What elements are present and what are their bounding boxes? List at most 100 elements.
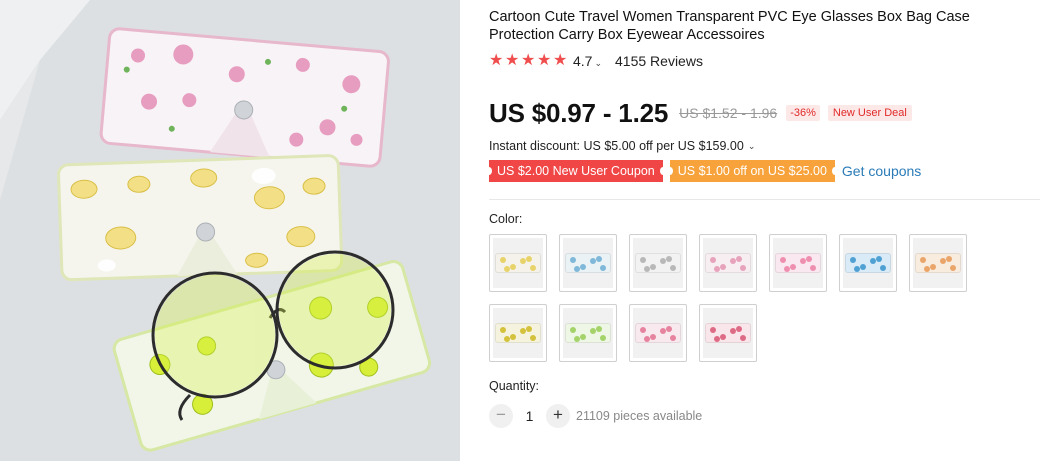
swatch-pattern-dot [530, 335, 536, 341]
swatch-pattern-dot [504, 336, 510, 342]
swatch-pattern-dot [850, 257, 856, 263]
swatch-thumbnail [563, 308, 613, 358]
swatch-pattern-dot [720, 264, 726, 270]
swatch-pattern-dot [580, 334, 586, 340]
swatch-pattern-dot [644, 266, 650, 272]
product-title: Cartoon Cute Travel Women Transparent PV… [489, 9, 970, 43]
swatch-pattern-dot [666, 326, 672, 332]
color-swatch-yellow-pear[interactable] [489, 304, 547, 362]
swatch-pattern-dot [510, 264, 516, 270]
quantity-label: Quantity: [489, 379, 540, 393]
minus-icon[interactable]: − [489, 404, 513, 428]
color-swatches [489, 234, 1037, 362]
product-main-image[interactable] [0, 0, 460, 461]
rating-value[interactable]: 4.7 ⌄ [573, 53, 602, 69]
swatch-pattern-dot [810, 265, 816, 271]
swatch-pattern-dot [946, 256, 952, 262]
instant-discount[interactable]: Instant discount: US $5.00 off per US $1… [489, 138, 1037, 154]
swatch-case-image [495, 323, 541, 343]
swatch-pattern-dot [950, 265, 956, 271]
swatch-case-image [495, 253, 541, 273]
color-swatch-green-pear[interactable] [559, 304, 617, 362]
swatch-pattern-dot [574, 336, 580, 342]
swatch-pattern-dot [720, 334, 726, 340]
color-swatch-pink-strawberry[interactable] [699, 304, 757, 362]
star-icon: ★ [489, 52, 504, 69]
new-user-deal-badge: New User Deal [827, 105, 912, 121]
swatch-pattern-dot [920, 257, 926, 263]
swatch-pattern-dot [650, 334, 656, 340]
swatch-pattern-dot [570, 327, 576, 333]
swatch-thumbnail [493, 238, 543, 288]
color-swatch-pink-dots[interactable] [699, 234, 757, 292]
swatch-thumbnail [703, 238, 753, 288]
swatch-pattern-dot [854, 266, 860, 272]
color-label: Color: [489, 212, 523, 226]
store-coupon[interactable]: US $1.00 off on US $25.00 [666, 160, 839, 182]
swatch-case-image [565, 323, 611, 343]
swatch-pattern-dot [500, 327, 506, 333]
swatch-thumbnail [843, 238, 893, 288]
swatch-pattern-dot [530, 265, 536, 271]
swatch-case-image [705, 323, 751, 343]
swatch-pattern-dot [510, 334, 516, 340]
new-user-coupon[interactable]: US $2.00 New User Coupon [486, 160, 666, 182]
reviews-link[interactable]: 4155 Reviews [615, 53, 703, 69]
star-icon: ★ [537, 52, 552, 69]
get-coupons-link[interactable]: Get coupons [842, 163, 921, 179]
coupon-row: US $2.00 New User Coupon US $1.00 off on… [486, 160, 1037, 182]
color-swatch-lemon-white[interactable] [489, 234, 547, 292]
color-swatch-orange-pattern[interactable] [909, 234, 967, 292]
color-swatch-clear-gray[interactable] [629, 234, 687, 292]
swatch-pattern-dot [526, 326, 532, 332]
swatch-pattern-dot [880, 265, 886, 271]
swatch-pattern-dot [596, 256, 602, 262]
swatch-pattern-dot [670, 335, 676, 341]
price-row: US $0.97 - 1.25 US $1.52 - 1.96 -36% New… [489, 98, 1037, 128]
color-swatch-pink-fruit[interactable] [769, 234, 827, 292]
swatch-pattern-dot [500, 257, 506, 263]
swatch-pattern-dot [670, 265, 676, 271]
swatch-pattern-dot [710, 257, 716, 263]
swatch-pattern-dot [740, 265, 746, 271]
swatch-pattern-dot [784, 266, 790, 272]
rating-stars: ★ ★ ★ ★ ★ [489, 53, 568, 69]
swatch-pattern-dot [710, 327, 716, 333]
instant-discount-text: Instant discount: US $5.00 off per US $1… [489, 139, 744, 153]
quantity-stepper: − 1 + 21109 pieces available [489, 404, 1037, 428]
chevron-down-icon: ⌄ [594, 58, 603, 68]
rating-number: 4.7 [573, 53, 593, 69]
color-swatch-blue-flower[interactable] [559, 234, 617, 292]
swatch-pattern-dot [736, 326, 742, 332]
swatch-pattern-dot [580, 264, 586, 270]
swatch-pattern-dot [876, 256, 882, 262]
divider [489, 199, 1040, 200]
swatch-thumbnail [563, 238, 613, 288]
star-icon: ★ [521, 52, 536, 69]
swatch-case-image [635, 253, 681, 273]
star-icon: ★ [553, 52, 568, 69]
swatch-thumbnail [703, 308, 753, 358]
current-price: US $0.97 - 1.25 [489, 97, 669, 128]
color-swatch-pink-cartoon[interactable] [629, 304, 687, 362]
quantity-input[interactable]: 1 [513, 408, 546, 424]
swatch-pattern-dot [736, 256, 742, 262]
swatch-pattern-dot [526, 256, 532, 262]
swatch-thumbnail [633, 238, 683, 288]
swatch-case-image [565, 253, 611, 273]
plus-icon[interactable]: + [546, 404, 570, 428]
star-icon: ★ [505, 52, 520, 69]
color-swatch-blue-pattern[interactable] [839, 234, 897, 292]
swatch-pattern-dot [574, 266, 580, 272]
swatch-pattern-dot [924, 266, 930, 272]
swatch-pattern-dot [790, 264, 796, 270]
swatch-pattern-dot [640, 257, 646, 263]
swatch-pattern-dot [570, 257, 576, 263]
pieces-available: 21109 pieces available [576, 409, 703, 423]
swatch-thumbnail [913, 238, 963, 288]
swatch-pattern-dot [644, 336, 650, 342]
rating-row: ★ ★ ★ ★ ★ 4.7 ⌄ 4155 Reviews [489, 52, 1037, 70]
swatch-pattern-dot [596, 326, 602, 332]
swatch-pattern-dot [860, 264, 866, 270]
swatch-pattern-dot [504, 266, 510, 272]
